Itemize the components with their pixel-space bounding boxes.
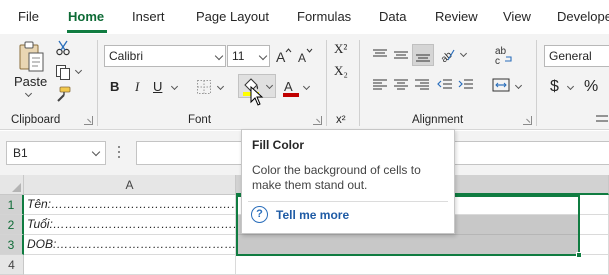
tooltip-divider [248,201,448,202]
clipboard-launcher-icon[interactable] [84,116,93,125]
tooltip-title: Fill Color [252,138,304,152]
currency-dropdown-icon[interactable] [566,82,575,91]
group-separator [359,40,360,126]
align-center-icon[interactable] [393,78,409,92]
fill-color-dropdown-icon[interactable] [265,81,274,90]
orientation-dropdown-icon[interactable] [459,49,468,58]
chevron-down-icon [258,51,268,61]
menu-bar: File Home Insert Page Layout Formulas Da… [0,0,609,34]
row-header-1[interactable]: 1 [0,195,24,215]
ribbon: Paste Clipboard Calibri 11 A A B I U A F… [0,34,609,130]
bottom-align-icon[interactable] [412,44,434,66]
help-icon[interactable]: ? [251,206,268,223]
copy-icon[interactable] [55,64,71,80]
svg-text:c: c [495,56,500,66]
font-name-combo[interactable]: Calibri [104,45,226,67]
cell-a4[interactable] [24,255,236,275]
paste-icon[interactable] [16,40,46,74]
tab-insert[interactable]: Insert [132,9,165,24]
decrease-indent-icon[interactable] [437,78,453,92]
tab-home[interactable]: Home [68,9,104,24]
tab-data[interactable]: Data [379,9,406,24]
font-size-value: 11 [232,49,245,63]
tab-review[interactable]: Review [435,9,478,24]
tab-formulas[interactable]: Formulas [297,9,351,24]
font-size-combo[interactable]: 11 [227,45,270,67]
percent-button[interactable]: % [584,78,598,96]
middle-align-icon[interactable] [393,48,409,62]
merge-center-icon[interactable] [492,78,510,92]
tooltip-description: Color the background of cells to make th… [252,163,421,192]
underline-dropdown-icon[interactable] [170,82,179,91]
number-format-value: General [549,49,592,63]
decrease-font-size-icon[interactable]: A [298,46,314,66]
comma-style-icon[interactable] [595,112,609,126]
italic-button[interactable]: I [135,79,139,95]
merge-dropdown-icon[interactable] [514,81,523,90]
row-header-3[interactable]: 3 [0,235,24,255]
name-box-value: B1 [13,146,28,160]
font-launcher-icon[interactable] [313,116,322,125]
tab-view[interactable]: View [503,9,531,24]
alignment-group-label: Alignment [412,114,464,126]
orientation-icon[interactable]: ab [439,46,455,65]
clipboard-group-label: Clipboard [11,114,61,126]
font-group-label: Font [188,114,212,126]
paste-button[interactable]: Paste [14,74,47,89]
column-header-a[interactable]: A [24,175,236,195]
wrap-text-icon[interactable]: ab c [494,44,514,67]
borders-dropdown-icon[interactable] [216,82,225,91]
svg-text:A: A [298,51,306,65]
top-align-icon[interactable] [372,48,388,62]
underline-button[interactable]: U [153,79,162,94]
increase-indent-icon[interactable] [458,78,474,92]
alignment-launcher-icon[interactable] [523,116,532,125]
group-separator [326,40,327,126]
row-header-4[interactable]: 4 [0,255,24,275]
increase-font-size-icon[interactable]: A [276,46,292,66]
fill-handle[interactable] [576,252,582,258]
cell-c3[interactable] [580,235,609,255]
superscript-button[interactable]: X² [334,41,347,57]
tell-me-more-link[interactable]: Tell me more [276,208,349,222]
fill-color-tooltip: Fill Color Color the background of cells… [241,129,455,234]
bold-button[interactable]: B [110,79,119,94]
align-left-icon[interactable] [372,78,388,92]
chevron-down-icon [91,147,101,157]
tab-file[interactable]: File [18,9,39,24]
align-right-icon[interactable] [414,78,430,92]
copy-dropdown-icon[interactable] [74,66,83,75]
font-name-value: Calibri [109,49,144,63]
name-box[interactable]: B1 [6,141,106,165]
cell-a1[interactable]: Tên:…………………………………………… [24,195,236,215]
row-header-2[interactable]: 2 [0,215,24,235]
format-painter-icon[interactable] [55,86,71,102]
svg-text:A: A [284,79,293,94]
paste-dropdown-icon[interactable] [24,89,33,98]
borders-icon[interactable] [196,79,212,95]
mouse-cursor-icon [250,85,264,106]
chevron-down-icon [214,51,224,61]
tab-developer[interactable]: Develope [557,9,609,24]
cut-icon[interactable] [56,40,70,56]
select-all-button[interactable] [0,175,24,195]
number-format-combo[interactable]: General [544,45,609,67]
active-tab-indicator [67,30,107,33]
cell-b4[interactable] [236,255,609,275]
drag-handle-icon[interactable] [118,146,121,160]
tab-page-layout[interactable]: Page Layout [196,9,269,24]
subscript-button[interactable]: X₂ [334,63,348,79]
cell-a3[interactable]: DOB:…………………………………………… [24,235,236,255]
svg-text:ab: ab [439,49,455,62]
svg-text:A: A [276,49,286,65]
group-separator [536,40,537,126]
group-separator [97,40,98,126]
cell-c2[interactable] [580,215,609,235]
cell-a2[interactable]: Tuổi:…………………………………………… [24,215,236,235]
font-color-dropdown-icon[interactable] [302,82,311,91]
script-group-label: x² [336,114,346,126]
currency-button[interactable]: $ [550,78,559,96]
font-color-icon[interactable]: A [282,78,300,98]
